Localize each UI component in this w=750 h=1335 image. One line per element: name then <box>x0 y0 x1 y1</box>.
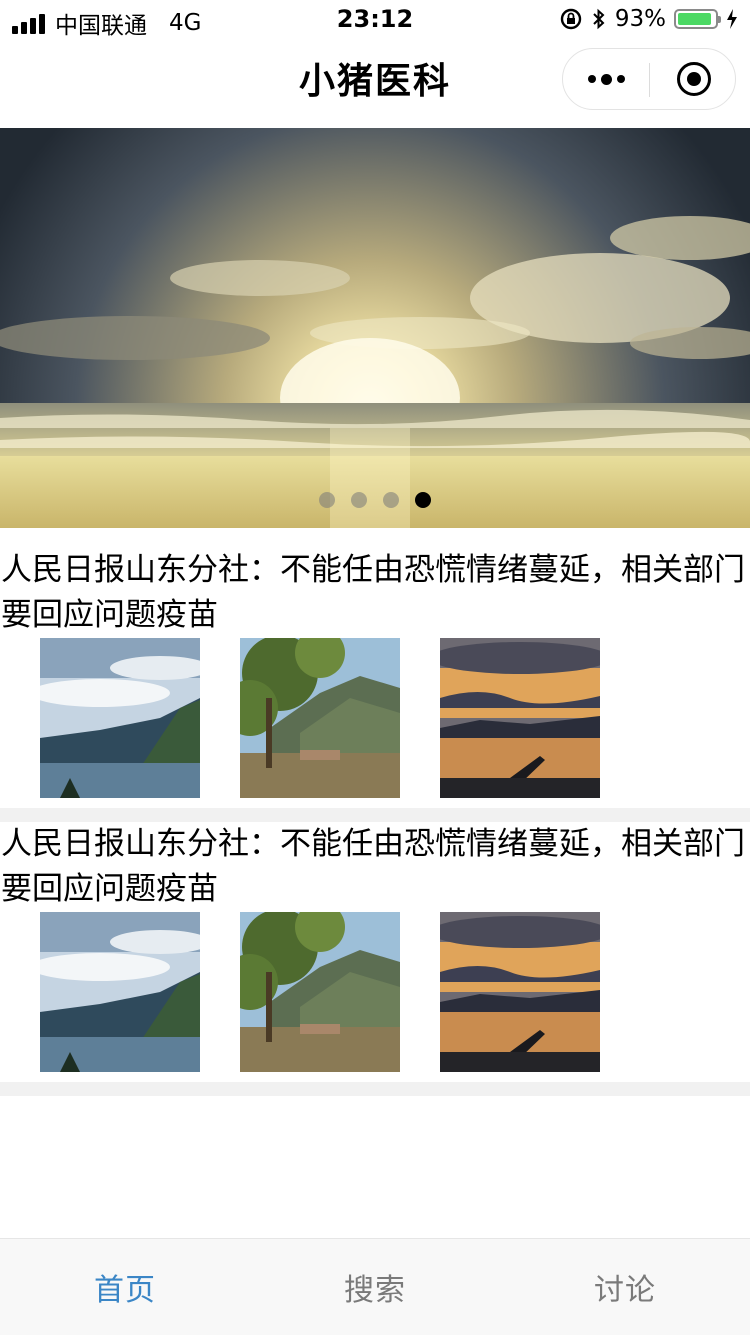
news-item[interactable]: 人民日报山东分社：不能任由恐慌情绪蔓延，相关部门要回应问题疫苗 <box>0 548 750 798</box>
tab-home[interactable]: 首页 <box>0 1239 250 1335</box>
battery-icon <box>674 9 721 29</box>
charging-icon <box>727 9 737 29</box>
carousel-dot[interactable] <box>383 492 399 508</box>
status-bar: 中国联通 4G 23:12 93% <box>0 0 750 40</box>
news-thumbnail-village[interactable] <box>240 638 400 798</box>
news-thumbnail-sunset[interactable] <box>440 638 600 798</box>
news-item[interactable]: 人民日报山东分社：不能任由恐慌情绪蔓延，相关部门要回应问题疫苗 <box>0 822 750 1072</box>
news-thumbnail-lake[interactable] <box>40 912 200 1072</box>
close-miniprogram-icon[interactable] <box>677 62 711 96</box>
news-thumbnail-village[interactable] <box>240 912 400 1072</box>
tab-search[interactable]: 搜索 <box>250 1239 500 1335</box>
carousel-dot[interactable] <box>415 492 431 508</box>
bluetooth-icon <box>593 8 605 30</box>
banner-carousel[interactable] <box>0 128 750 528</box>
tab-discussion[interactable]: 讨论 <box>500 1239 750 1335</box>
status-right: 93% <box>559 6 738 32</box>
news-separator <box>0 1082 750 1096</box>
more-dot-icon <box>616 75 625 83</box>
news-title[interactable]: 人民日报山东分社：不能任由恐慌情绪蔓延，相关部门要回应问题疫苗 <box>0 548 750 638</box>
news-title[interactable]: 人民日报山东分社：不能任由恐慌情绪蔓延，相关部门要回应问题疫苗 <box>0 822 750 912</box>
more-dot-icon <box>600 73 612 85</box>
tab-bar: 首页 搜索 讨论 <box>0 1238 750 1335</box>
news-thumbnails <box>0 912 750 1072</box>
banner-image <box>0 128 750 528</box>
news-separator <box>0 808 750 822</box>
news-thumbnails <box>0 638 750 798</box>
rotation-lock-icon <box>560 8 582 30</box>
news-thumbnail-sunset[interactable] <box>440 912 600 1072</box>
more-dot-icon <box>587 75 596 83</box>
news-thumbnail-lake[interactable] <box>40 638 200 798</box>
carousel-dot[interactable] <box>351 492 367 508</box>
carousel-indicators <box>0 492 750 508</box>
carousel-dot[interactable] <box>319 492 335 508</box>
miniprogram-capsule <box>562 48 736 110</box>
battery-percent: 93% <box>614 6 666 32</box>
more-button[interactable] <box>563 49 649 109</box>
capsule-divider <box>649 63 650 97</box>
